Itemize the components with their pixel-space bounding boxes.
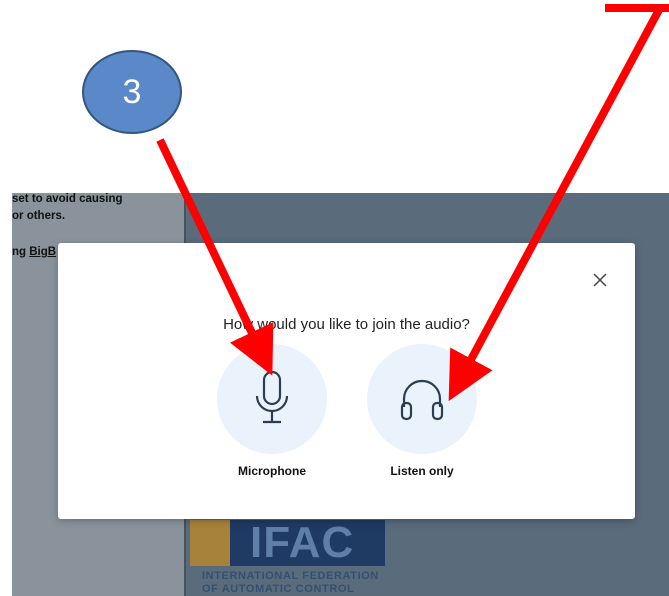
step-badge: 3 <box>82 50 182 134</box>
step-number: 3 <box>122 72 142 111</box>
arrow-to-listen-only <box>448 6 664 402</box>
arrow-to-microphone <box>156 138 274 376</box>
